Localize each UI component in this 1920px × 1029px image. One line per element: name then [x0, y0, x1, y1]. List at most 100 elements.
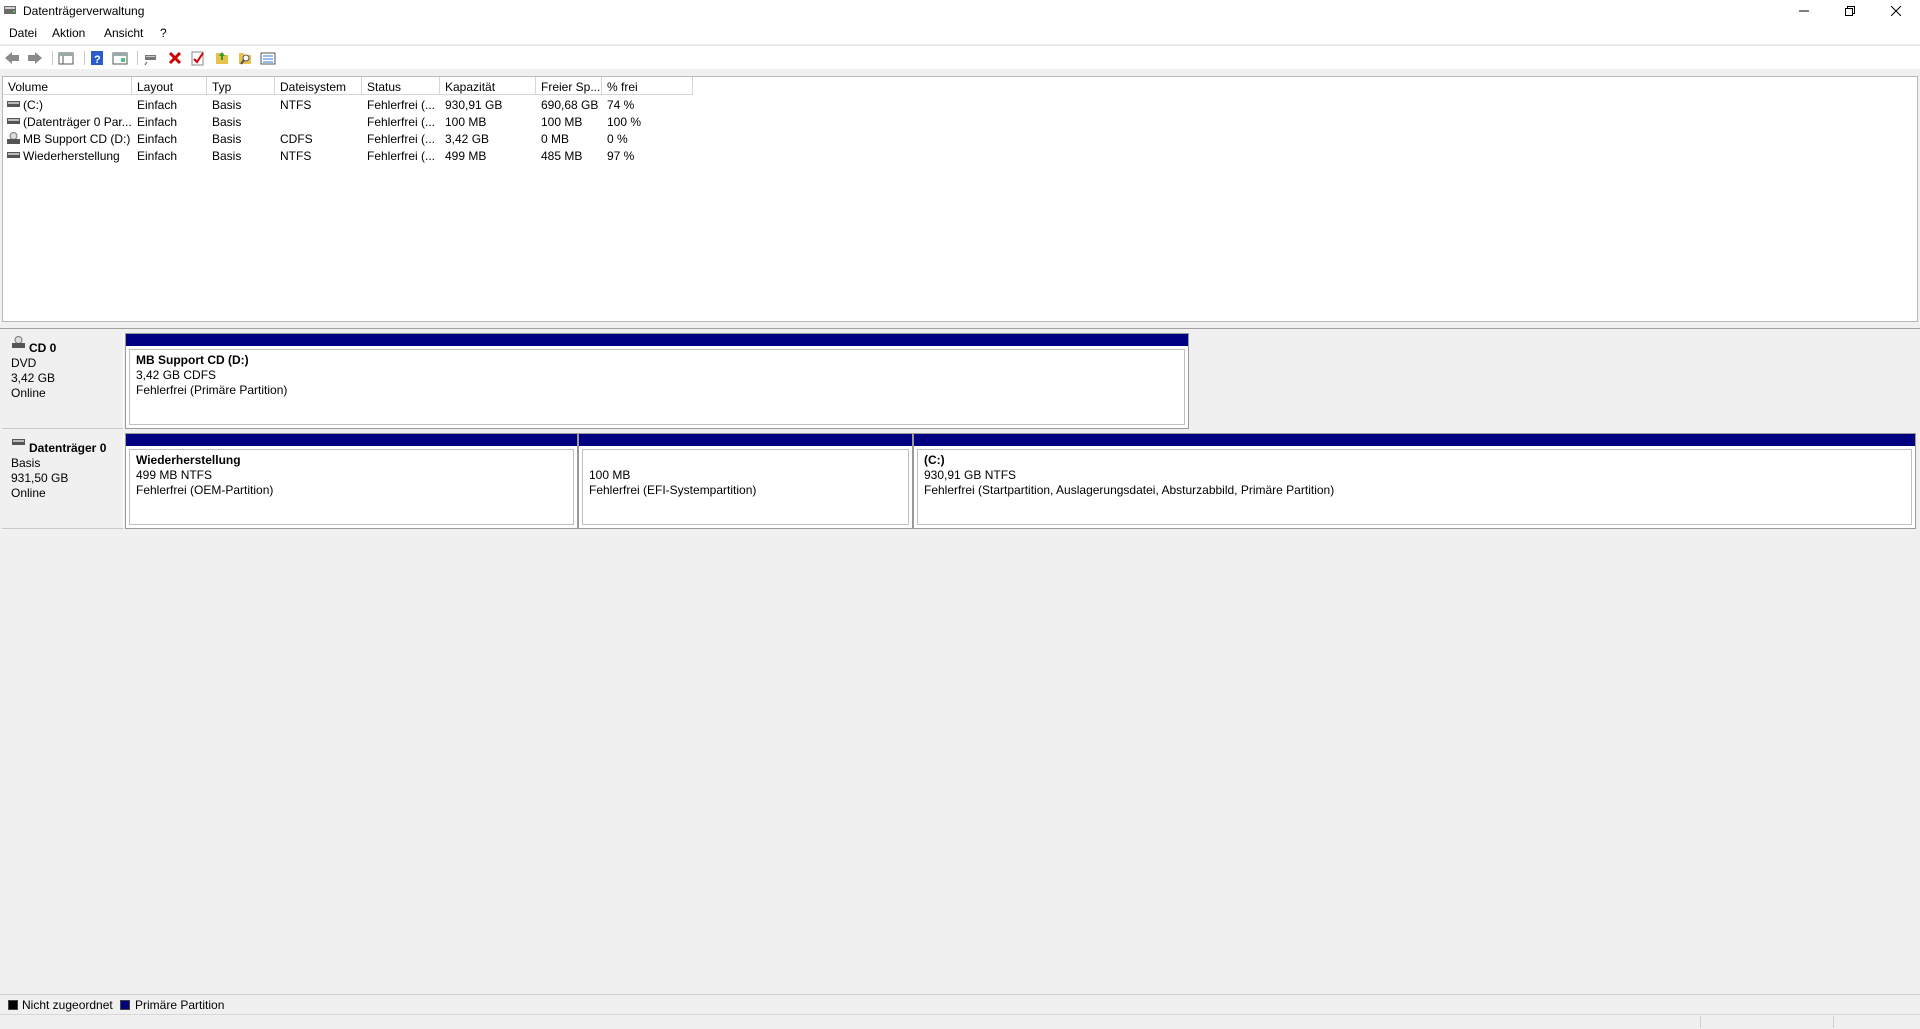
disk-kind: DVD — [11, 356, 37, 370]
disk-kind: Basis — [11, 456, 41, 470]
partition-body: 100 MB Fehlerfrei (EFI-Systempartition) — [582, 449, 909, 525]
column-header-prozent-frei[interactable]: % frei — [602, 77, 693, 95]
graphical-disk-view[interactable]: CD 0 DVD 3,42 GB Online MB Support CD (D… — [0, 329, 1920, 994]
svg-text:?: ? — [94, 54, 101, 66]
partition-status: Fehlerfrei (Primäre Partition) — [136, 383, 288, 397]
toolbar: ? — [0, 45, 1920, 69]
help-icon[interactable]: ? — [89, 50, 105, 66]
partition-title: Wiederherstellung — [136, 453, 241, 467]
volume-list[interactable]: Volume Layout Typ Dateisystem Status Kap… — [2, 76, 1918, 322]
cell-layout: Einfach — [137, 132, 178, 146]
list-view-icon[interactable] — [260, 50, 276, 66]
cell-kapazitaet: 3,42 GB — [445, 132, 490, 146]
column-header-status[interactable]: Status — [362, 77, 440, 95]
partition-status: Fehlerfrei (OEM-Partition) — [136, 483, 274, 497]
partition-size: 930,91 GB NTFS — [924, 468, 1017, 482]
partition-wiederherstellung[interactable]: Wiederherstellung 499 MB NTFS Fehlerfrei… — [125, 433, 578, 529]
legend-label-unallocated: Nicht zugeordnet — [22, 998, 113, 1012]
cell-status: Fehlerfrei (... — [367, 132, 436, 146]
legend-swatch-unallocated — [8, 1000, 18, 1010]
cell-dateisystem: NTFS — [280, 149, 312, 163]
open-folder-icon[interactable] — [214, 50, 230, 66]
disk-name: Datenträger 0 — [29, 441, 107, 455]
menu-datei[interactable]: Datei — [9, 26, 37, 40]
restore-icon — [1845, 6, 1855, 16]
back-arrow-icon[interactable] — [4, 50, 20, 66]
close-icon — [1891, 6, 1901, 16]
menu-bar: Datei Aktion Ansicht ? — [0, 22, 1920, 44]
cell-status: Fehlerfrei (... — [367, 149, 436, 163]
drive-icon — [7, 152, 20, 158]
search-folder-icon[interactable] — [237, 50, 253, 66]
column-header-layout[interactable]: Layout — [132, 77, 207, 95]
partition-size: 499 MB NTFS — [136, 468, 213, 482]
cell-typ: Basis — [212, 149, 242, 163]
disk-state: Online — [11, 386, 46, 400]
cell-freier-speicher: 485 MB — [541, 149, 583, 163]
toolbar-separator — [52, 51, 53, 65]
legend-label-primary: Primäre Partition — [135, 998, 225, 1012]
table-row[interactable]: MB Support CD (D:) Einfach Basis CDFS Fe… — [3, 130, 703, 147]
properties-icon[interactable] — [112, 50, 128, 66]
status-pane — [1833, 1016, 1834, 1028]
toolbar-separator — [137, 51, 138, 65]
minimize-button[interactable] — [1781, 0, 1827, 22]
legend: Nicht zugeordnet Primäre Partition — [0, 994, 1920, 1014]
toolbar-separator — [84, 51, 85, 65]
cell-volume: Wiederherstellung — [23, 149, 120, 163]
partition-body: Wiederherstellung 499 MB NTFS Fehlerfrei… — [129, 449, 574, 525]
restore-button[interactable] — [1827, 0, 1873, 22]
table-row[interactable]: (Datenträger 0 Par... Einfach Basis Fehl… — [3, 113, 703, 130]
column-header-volume[interactable]: Volume — [3, 77, 132, 95]
column-header-dateisystem[interactable]: Dateisystem — [275, 77, 362, 95]
table-row[interactable]: (C:) Einfach Basis NTFS Fehlerfrei (... … — [3, 96, 703, 113]
cell-dateisystem: CDFS — [280, 132, 313, 146]
cd-drive-icon — [12, 336, 25, 348]
hard-disk-icon — [12, 439, 25, 445]
cell-kapazitaet: 930,91 GB — [445, 98, 503, 112]
disk-management-icon — [4, 6, 16, 14]
partition-c[interactable]: (C:) 930,91 GB NTFS Fehlerfrei (Startpar… — [913, 433, 1916, 529]
menu-ansicht[interactable]: Ansicht — [104, 26, 143, 40]
show-hide-console-tree-icon[interactable] — [58, 50, 74, 66]
cd-drive-icon — [7, 132, 20, 144]
delete-icon[interactable] — [167, 50, 183, 66]
partition-size: 100 MB — [589, 468, 631, 482]
drive-icon — [7, 118, 20, 124]
forward-arrow-icon[interactable] — [27, 50, 43, 66]
partition-title: MB Support CD (D:) — [136, 353, 249, 367]
cell-prozent-frei: 0 % — [607, 132, 628, 146]
partition-status: Fehlerfrei (Startpartition, Auslagerungs… — [924, 483, 1335, 497]
partition-body: MB Support CD (D:) 3,42 GB CDFS Fehlerfr… — [129, 349, 1185, 425]
table-row[interactable]: Wiederherstellung Einfach Basis NTFS Feh… — [3, 147, 703, 164]
window-title: Datenträgerverwaltung — [23, 4, 145, 18]
partition-mb-support-cd[interactable]: MB Support CD (D:) 3,42 GB CDFS Fehlerfr… — [125, 333, 1189, 429]
primary-partition-bar — [914, 434, 1915, 446]
partition-status: Fehlerfrei (EFI-Systempartition) — [589, 483, 757, 497]
cell-volume: MB Support CD (D:) — [23, 132, 131, 146]
connect-icon[interactable] — [143, 50, 159, 66]
disk-info-datentraeger0[interactable]: Datenträger 0 Basis 931,50 GB Online — [2, 433, 124, 529]
menu-aktion[interactable]: Aktion — [52, 26, 85, 40]
partition-efi[interactable]: 100 MB Fehlerfrei (EFI-Systempartition) — [578, 433, 913, 529]
column-header-freier-speicher[interactable]: Freier Sp... — [536, 77, 602, 95]
primary-partition-bar — [126, 434, 577, 446]
menu-help[interactable]: ? — [160, 26, 167, 40]
cell-kapazitaet: 100 MB — [445, 115, 487, 129]
partition-title: (C:) — [924, 453, 945, 467]
cell-layout: Einfach — [137, 98, 178, 112]
disk-info-cd0[interactable]: CD 0 DVD 3,42 GB Online — [2, 333, 124, 429]
check-icon[interactable] — [190, 50, 206, 66]
column-header-kapazitaet[interactable]: Kapazität — [440, 77, 536, 95]
cell-prozent-frei: 97 % — [607, 149, 635, 163]
cell-freier-speicher: 690,68 GB — [541, 98, 599, 112]
cell-prozent-frei: 74 % — [607, 98, 635, 112]
column-header-typ[interactable]: Typ — [207, 77, 275, 95]
partition-size: 3,42 GB CDFS — [136, 368, 217, 382]
close-button[interactable] — [1873, 0, 1919, 22]
disk-state: Online — [11, 486, 46, 500]
disk-name: CD 0 — [29, 341, 57, 355]
cell-status: Fehlerfrei (... — [367, 115, 436, 129]
cell-freier-speicher: 0 MB — [541, 132, 570, 146]
legend-swatch-primary — [120, 1000, 130, 1010]
